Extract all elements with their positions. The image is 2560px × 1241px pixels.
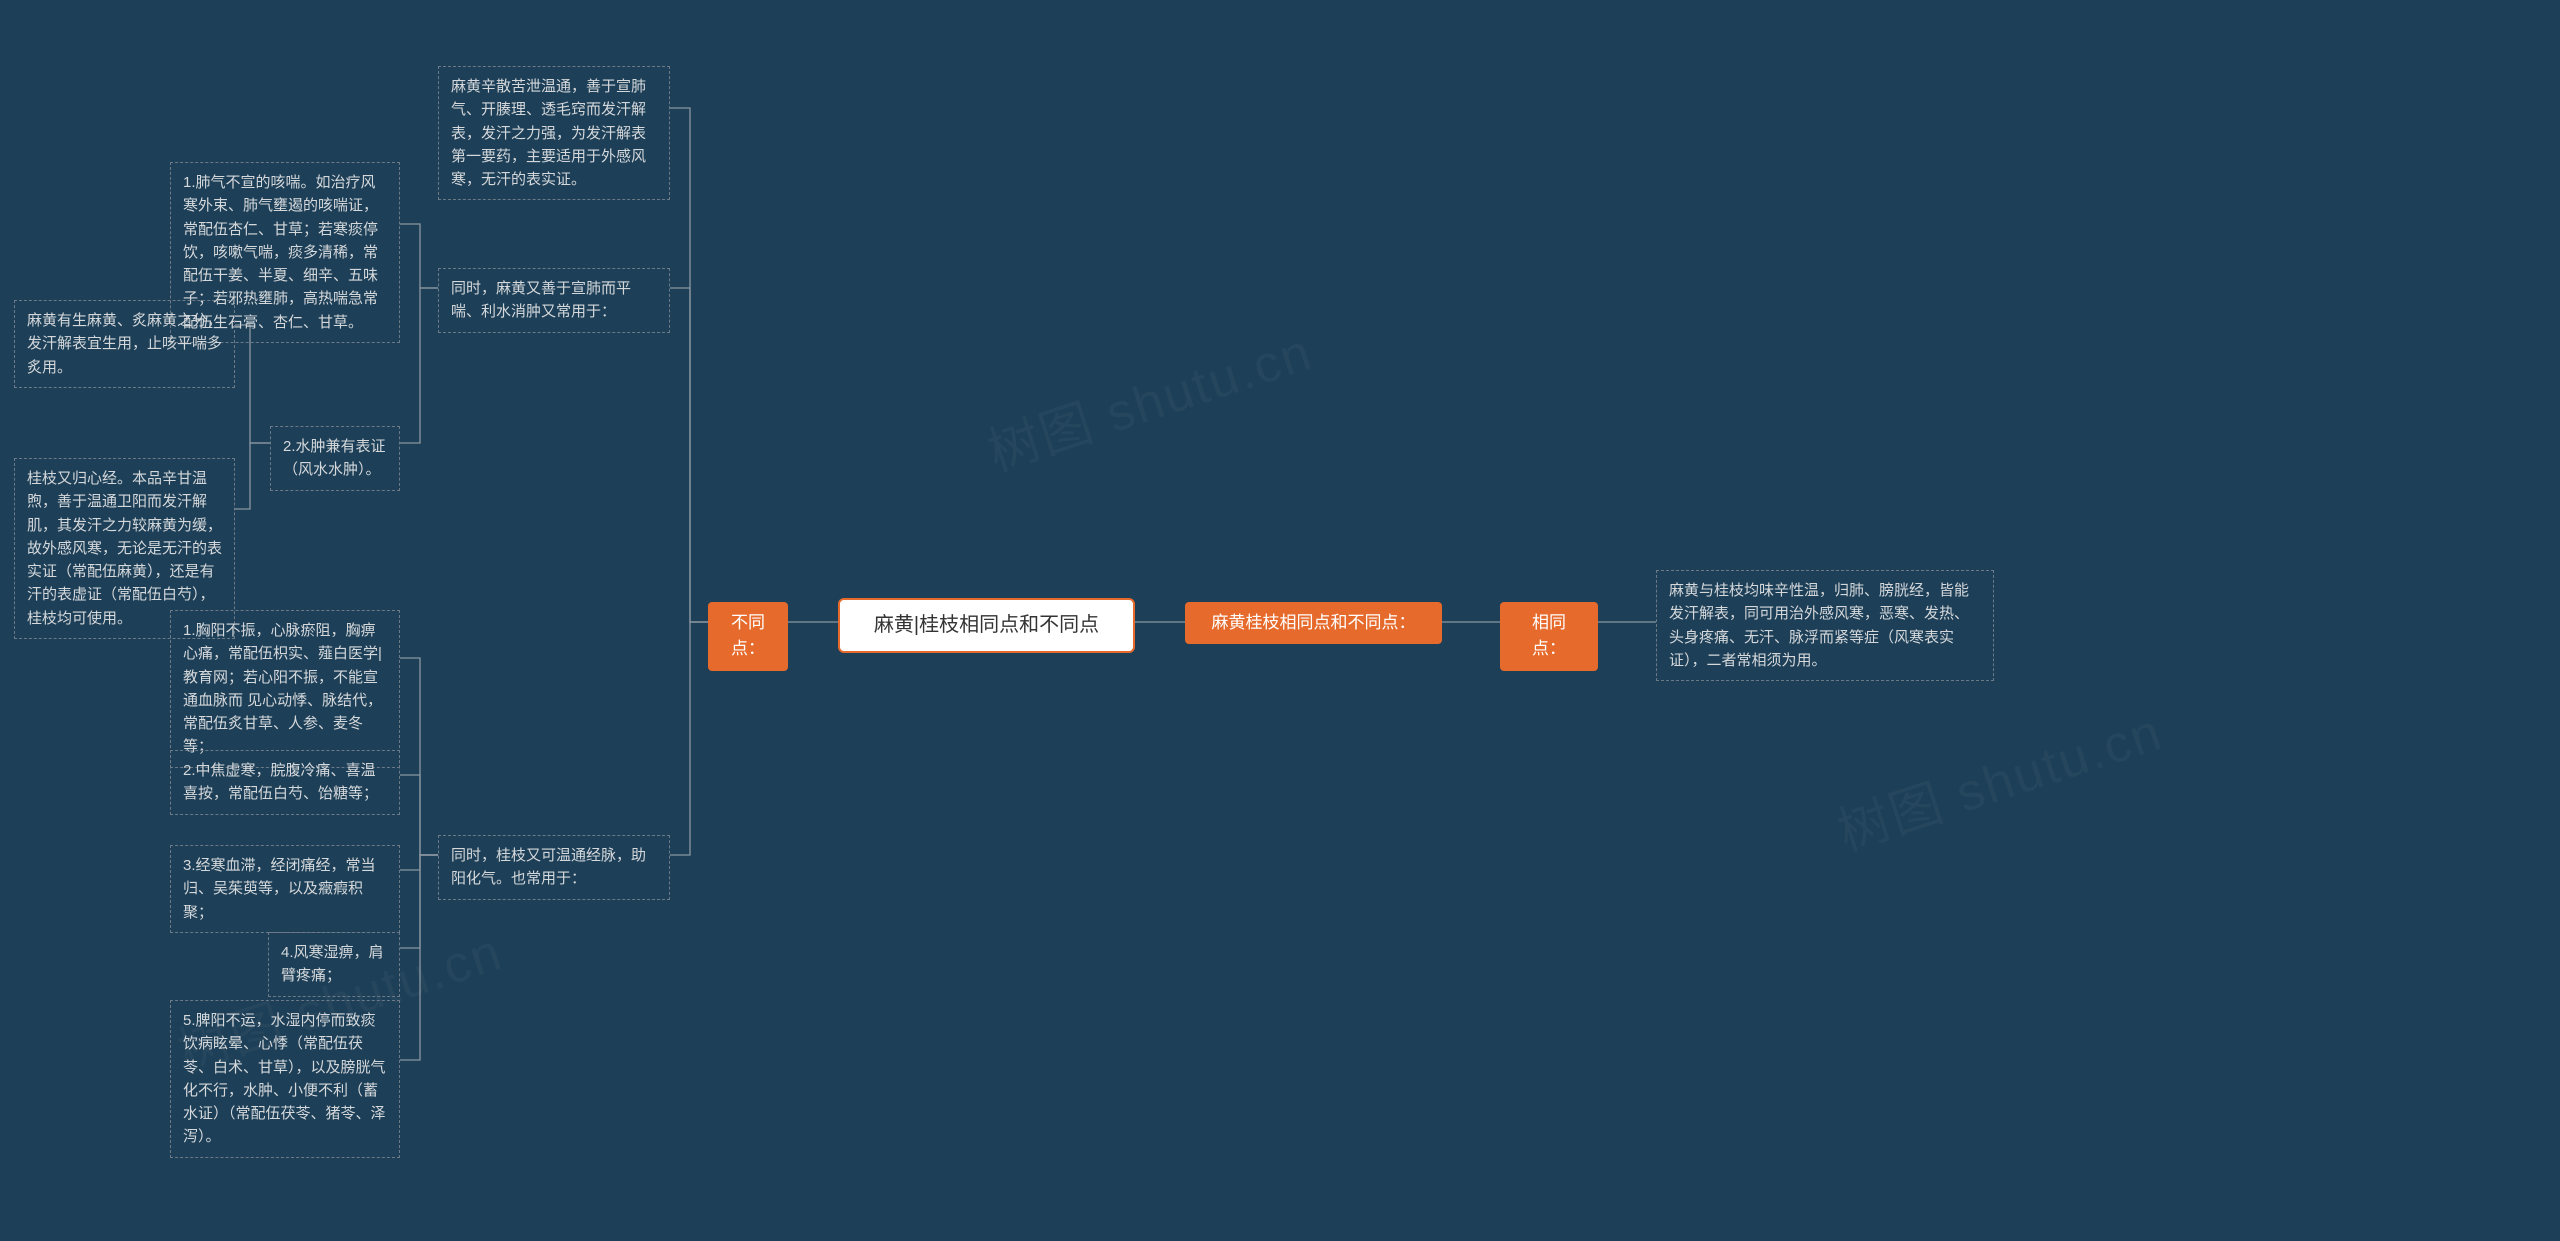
mahuang-sub2: 2.水肿兼有表证（风水水肿）。 — [270, 426, 400, 491]
guizhi-sub5: 5.脾阳不运，水湿内停而致痰饮病眩晕、心悸（常配伍茯苓、白术、甘草），以及膀胱气… — [170, 1000, 400, 1158]
same-detail: 麻黄与桂枝均味辛性温，归肺、膀胱经，皆能发汗解表，同可用治外感风寒，恶寒、发热、… — [1656, 570, 1994, 681]
mahuang-also: 同时，麻黄又善于宣肺而平喘、利水消肿又常用于： — [438, 268, 670, 333]
guizhi-sub1: 1.胸阳不振，心脉瘀阻，胸痹心痛，常配伍枳实、薤白医学|教育网；若心阳不振，不能… — [170, 610, 400, 768]
guizhi-sub4: 4.风寒湿痹，肩臂疼痛； — [268, 932, 400, 997]
watermark: 树图 shutu.cn — [977, 310, 1321, 485]
mahuang-main: 麻黄辛散苦泄温通，善于宣肺气、开腠理、透毛窍而发汗解表，发汗之力强，为发汗解表第… — [438, 66, 670, 200]
watermark: 树图 shutu.cn — [1827, 690, 2171, 865]
mahuang-note: 麻黄有生麻黄、炙麻黄之分，发汗解表宜生用，止咳平喘多炙用。 — [14, 300, 235, 388]
right-branch-label: 麻黄桂枝相同点和不同点： — [1185, 602, 1442, 644]
diff-label: 不同点： — [708, 602, 788, 671]
guizhi-also: 同时，桂枝又可温通经脉，助阳化气。也常用于： — [438, 835, 670, 900]
guizhi-sub2: 2.中焦虚寒，脘腹冷痛、喜温喜按，常配伍白芍、饴糖等； — [170, 750, 400, 815]
root-node: 麻黄|桂枝相同点和不同点 — [838, 598, 1135, 653]
same-label: 相同点： — [1500, 602, 1598, 671]
guizhi-sub3: 3.经寒血滞，经闭痛经，常当归、吴茱萸等，以及癥瘕积聚； — [170, 845, 400, 933]
